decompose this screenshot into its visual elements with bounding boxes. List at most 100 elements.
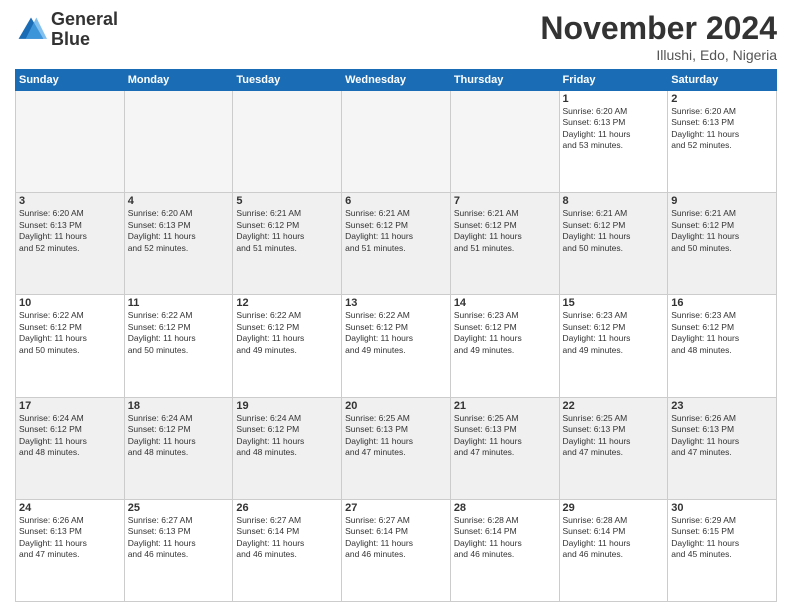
cell-info: Sunrise: 6:28 AMSunset: 6:14 PMDaylight:… <box>563 515 665 561</box>
calendar-cell: 19Sunrise: 6:24 AMSunset: 6:12 PMDayligh… <box>233 397 342 499</box>
cell-info: Sunrise: 6:27 AMSunset: 6:14 PMDaylight:… <box>345 515 447 561</box>
calendar-week-row: 1Sunrise: 6:20 AMSunset: 6:13 PMDaylight… <box>16 91 777 193</box>
day-number: 12 <box>236 297 338 309</box>
calendar-cell: 2Sunrise: 6:20 AMSunset: 6:13 PMDaylight… <box>668 91 777 193</box>
cell-info: Sunrise: 6:22 AMSunset: 6:12 PMDaylight:… <box>345 310 447 356</box>
calendar-cell: 7Sunrise: 6:21 AMSunset: 6:12 PMDaylight… <box>450 193 559 295</box>
cell-info: Sunrise: 6:23 AMSunset: 6:12 PMDaylight:… <box>454 310 556 356</box>
cell-info: Sunrise: 6:25 AMSunset: 6:13 PMDaylight:… <box>345 413 447 459</box>
calendar-week-row: 17Sunrise: 6:24 AMSunset: 6:12 PMDayligh… <box>16 397 777 499</box>
cell-info: Sunrise: 6:22 AMSunset: 6:12 PMDaylight:… <box>128 310 230 356</box>
cell-info: Sunrise: 6:23 AMSunset: 6:12 PMDaylight:… <box>563 310 665 356</box>
day-number: 10 <box>19 297 121 309</box>
day-number: 5 <box>236 195 338 207</box>
calendar-cell: 23Sunrise: 6:26 AMSunset: 6:13 PMDayligh… <box>668 397 777 499</box>
day-number: 8 <box>563 195 665 207</box>
calendar-cell: 12Sunrise: 6:22 AMSunset: 6:12 PMDayligh… <box>233 295 342 397</box>
day-number: 20 <box>345 400 447 412</box>
cell-info: Sunrise: 6:26 AMSunset: 6:13 PMDaylight:… <box>19 515 121 561</box>
weekday-header: Tuesday <box>233 70 342 91</box>
calendar-cell: 1Sunrise: 6:20 AMSunset: 6:13 PMDaylight… <box>559 91 668 193</box>
day-number: 16 <box>671 297 773 309</box>
calendar-table: SundayMondayTuesdayWednesdayThursdayFrid… <box>15 69 777 602</box>
calendar-cell <box>450 91 559 193</box>
calendar-cell: 3Sunrise: 6:20 AMSunset: 6:13 PMDaylight… <box>16 193 125 295</box>
calendar-cell: 30Sunrise: 6:29 AMSunset: 6:15 PMDayligh… <box>668 499 777 601</box>
day-number: 23 <box>671 400 773 412</box>
weekday-header: Sunday <box>16 70 125 91</box>
calendar-cell: 27Sunrise: 6:27 AMSunset: 6:14 PMDayligh… <box>342 499 451 601</box>
calendar-cell: 5Sunrise: 6:21 AMSunset: 6:12 PMDaylight… <box>233 193 342 295</box>
location: Illushi, Edo, Nigeria <box>540 47 777 63</box>
cell-info: Sunrise: 6:21 AMSunset: 6:12 PMDaylight:… <box>563 208 665 254</box>
day-number: 15 <box>563 297 665 309</box>
cell-info: Sunrise: 6:26 AMSunset: 6:13 PMDaylight:… <box>671 413 773 459</box>
day-number: 11 <box>128 297 230 309</box>
cell-info: Sunrise: 6:27 AMSunset: 6:13 PMDaylight:… <box>128 515 230 561</box>
logo-text: General Blue <box>51 10 118 50</box>
logo-icon <box>15 14 47 46</box>
calendar-cell: 14Sunrise: 6:23 AMSunset: 6:12 PMDayligh… <box>450 295 559 397</box>
calendar-cell: 4Sunrise: 6:20 AMSunset: 6:13 PMDaylight… <box>124 193 233 295</box>
calendar-cell: 26Sunrise: 6:27 AMSunset: 6:14 PMDayligh… <box>233 499 342 601</box>
day-number: 7 <box>454 195 556 207</box>
cell-info: Sunrise: 6:25 AMSunset: 6:13 PMDaylight:… <box>563 413 665 459</box>
title-area: November 2024 Illushi, Edo, Nigeria <box>540 10 777 63</box>
day-number: 29 <box>563 502 665 514</box>
day-number: 9 <box>671 195 773 207</box>
calendar-cell: 15Sunrise: 6:23 AMSunset: 6:12 PMDayligh… <box>559 295 668 397</box>
cell-info: Sunrise: 6:24 AMSunset: 6:12 PMDaylight:… <box>19 413 121 459</box>
day-number: 1 <box>563 93 665 105</box>
cell-info: Sunrise: 6:29 AMSunset: 6:15 PMDaylight:… <box>671 515 773 561</box>
cell-info: Sunrise: 6:21 AMSunset: 6:12 PMDaylight:… <box>671 208 773 254</box>
calendar-week-row: 24Sunrise: 6:26 AMSunset: 6:13 PMDayligh… <box>16 499 777 601</box>
cell-info: Sunrise: 6:22 AMSunset: 6:12 PMDaylight:… <box>236 310 338 356</box>
day-number: 2 <box>671 93 773 105</box>
calendar-cell <box>16 91 125 193</box>
weekday-header: Monday <box>124 70 233 91</box>
day-number: 13 <box>345 297 447 309</box>
day-number: 30 <box>671 502 773 514</box>
day-number: 25 <box>128 502 230 514</box>
calendar-cell: 24Sunrise: 6:26 AMSunset: 6:13 PMDayligh… <box>16 499 125 601</box>
cell-info: Sunrise: 6:20 AMSunset: 6:13 PMDaylight:… <box>128 208 230 254</box>
cell-info: Sunrise: 6:27 AMSunset: 6:14 PMDaylight:… <box>236 515 338 561</box>
day-number: 4 <box>128 195 230 207</box>
calendar-cell <box>233 91 342 193</box>
calendar-cell: 6Sunrise: 6:21 AMSunset: 6:12 PMDaylight… <box>342 193 451 295</box>
cell-info: Sunrise: 6:20 AMSunset: 6:13 PMDaylight:… <box>563 106 665 152</box>
cell-info: Sunrise: 6:21 AMSunset: 6:12 PMDaylight:… <box>236 208 338 254</box>
calendar-cell: 8Sunrise: 6:21 AMSunset: 6:12 PMDaylight… <box>559 193 668 295</box>
day-number: 22 <box>563 400 665 412</box>
day-number: 17 <box>19 400 121 412</box>
cell-info: Sunrise: 6:21 AMSunset: 6:12 PMDaylight:… <box>345 208 447 254</box>
header: General Blue November 2024 Illushi, Edo,… <box>15 10 777 63</box>
cell-info: Sunrise: 6:24 AMSunset: 6:12 PMDaylight:… <box>236 413 338 459</box>
cell-info: Sunrise: 6:21 AMSunset: 6:12 PMDaylight:… <box>454 208 556 254</box>
day-number: 19 <box>236 400 338 412</box>
weekday-header: Thursday <box>450 70 559 91</box>
calendar-cell <box>124 91 233 193</box>
weekday-header: Wednesday <box>342 70 451 91</box>
weekday-header: Friday <box>559 70 668 91</box>
calendar-cell: 28Sunrise: 6:28 AMSunset: 6:14 PMDayligh… <box>450 499 559 601</box>
month-title: November 2024 <box>540 10 777 47</box>
day-number: 26 <box>236 502 338 514</box>
calendar-cell: 20Sunrise: 6:25 AMSunset: 6:13 PMDayligh… <box>342 397 451 499</box>
day-number: 18 <box>128 400 230 412</box>
cell-info: Sunrise: 6:20 AMSunset: 6:13 PMDaylight:… <box>19 208 121 254</box>
cell-info: Sunrise: 6:20 AMSunset: 6:13 PMDaylight:… <box>671 106 773 152</box>
cell-info: Sunrise: 6:22 AMSunset: 6:12 PMDaylight:… <box>19 310 121 356</box>
calendar-week-row: 3Sunrise: 6:20 AMSunset: 6:13 PMDaylight… <box>16 193 777 295</box>
calendar-cell: 17Sunrise: 6:24 AMSunset: 6:12 PMDayligh… <box>16 397 125 499</box>
calendar-cell: 22Sunrise: 6:25 AMSunset: 6:13 PMDayligh… <box>559 397 668 499</box>
cell-info: Sunrise: 6:24 AMSunset: 6:12 PMDaylight:… <box>128 413 230 459</box>
day-number: 3 <box>19 195 121 207</box>
cell-info: Sunrise: 6:25 AMSunset: 6:13 PMDaylight:… <box>454 413 556 459</box>
calendar-cell: 18Sunrise: 6:24 AMSunset: 6:12 PMDayligh… <box>124 397 233 499</box>
page: General Blue November 2024 Illushi, Edo,… <box>0 0 792 612</box>
day-number: 28 <box>454 502 556 514</box>
day-number: 14 <box>454 297 556 309</box>
calendar-week-row: 10Sunrise: 6:22 AMSunset: 6:12 PMDayligh… <box>16 295 777 397</box>
day-number: 21 <box>454 400 556 412</box>
